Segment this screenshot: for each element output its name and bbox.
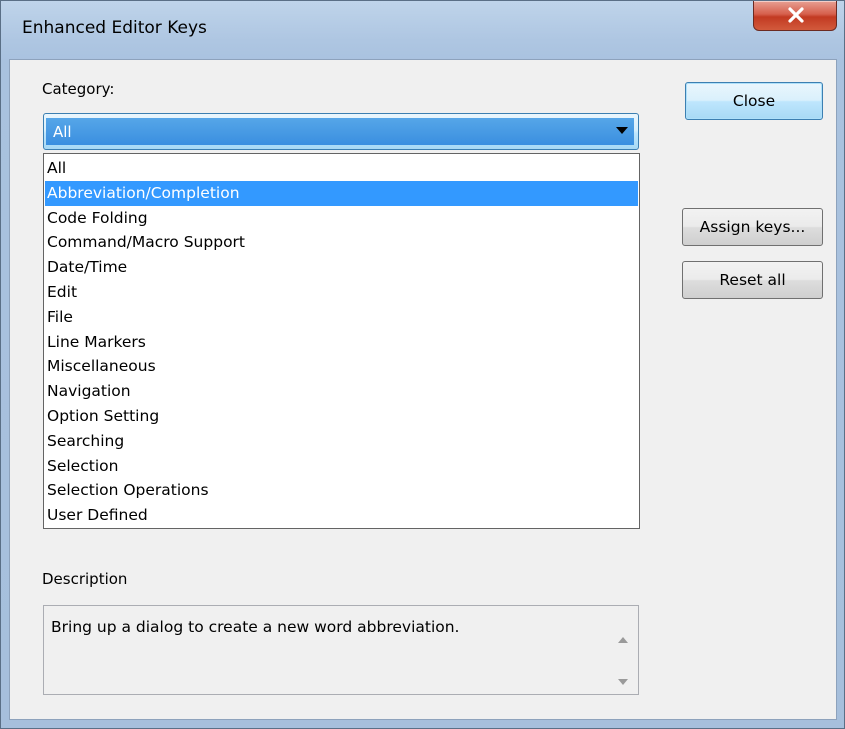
category-selected-value: All (53, 123, 72, 141)
dropdown-option-command-macro-support[interactable]: Command/Macro Support (45, 230, 638, 255)
category-dropdown-list[interactable]: All Abbreviation/Completion Code Folding… (43, 153, 640, 529)
description-scrollbar[interactable] (609, 607, 637, 693)
dropdown-option-file[interactable]: File (45, 305, 638, 330)
dropdown-option-code-folding[interactable]: Code Folding (45, 206, 638, 231)
dropdown-option-line-markers[interactable]: Line Markers (45, 330, 638, 355)
scroll-down-arrow-icon[interactable] (618, 679, 628, 685)
dropdown-option-edit[interactable]: Edit (45, 280, 638, 305)
dropdown-option-all[interactable]: All (45, 156, 638, 181)
close-icon (788, 7, 804, 23)
description-label: Description (42, 570, 128, 588)
category-combobox[interactable]: All (43, 113, 639, 150)
scroll-up-arrow-icon[interactable] (618, 637, 628, 643)
assign-keys-button[interactable]: Assign keys... (682, 208, 823, 246)
dropdown-option-selection[interactable]: Selection (45, 454, 638, 479)
category-label: Category: (42, 80, 115, 98)
title-bar[interactable]: Enhanced Editor Keys (1, 1, 844, 59)
dropdown-option-option-setting[interactable]: Option Setting (45, 404, 638, 429)
dropdown-option-date-time[interactable]: Date/Time (45, 255, 638, 280)
window-title: Enhanced Editor Keys (22, 18, 207, 38)
dropdown-option-miscellaneous[interactable]: Miscellaneous (45, 354, 638, 379)
category-combobox-value-area[interactable]: All (46, 118, 634, 145)
chevron-down-icon[interactable] (616, 127, 628, 134)
dropdown-option-selection-operations[interactable]: Selection Operations (45, 478, 638, 503)
dropdown-option-navigation[interactable]: Navigation (45, 379, 638, 404)
window-close-button[interactable] (753, 1, 837, 31)
dropdown-option-abbreviation-completion[interactable]: Abbreviation/Completion (45, 180, 638, 206)
description-text: Bring up a dialog to create a new word a… (51, 618, 460, 636)
dialog-content: Category: All All Abbreviation/Completio… (9, 59, 837, 720)
reset-all-button[interactable]: Reset all (682, 261, 823, 299)
dropdown-option-searching[interactable]: Searching (45, 429, 638, 454)
dialog-window: Enhanced Editor Keys Category: All All A… (0, 0, 845, 729)
dropdown-option-user-defined[interactable]: User Defined (45, 503, 638, 528)
description-textbox[interactable]: Bring up a dialog to create a new word a… (43, 605, 639, 695)
close-button[interactable]: Close (685, 82, 823, 120)
